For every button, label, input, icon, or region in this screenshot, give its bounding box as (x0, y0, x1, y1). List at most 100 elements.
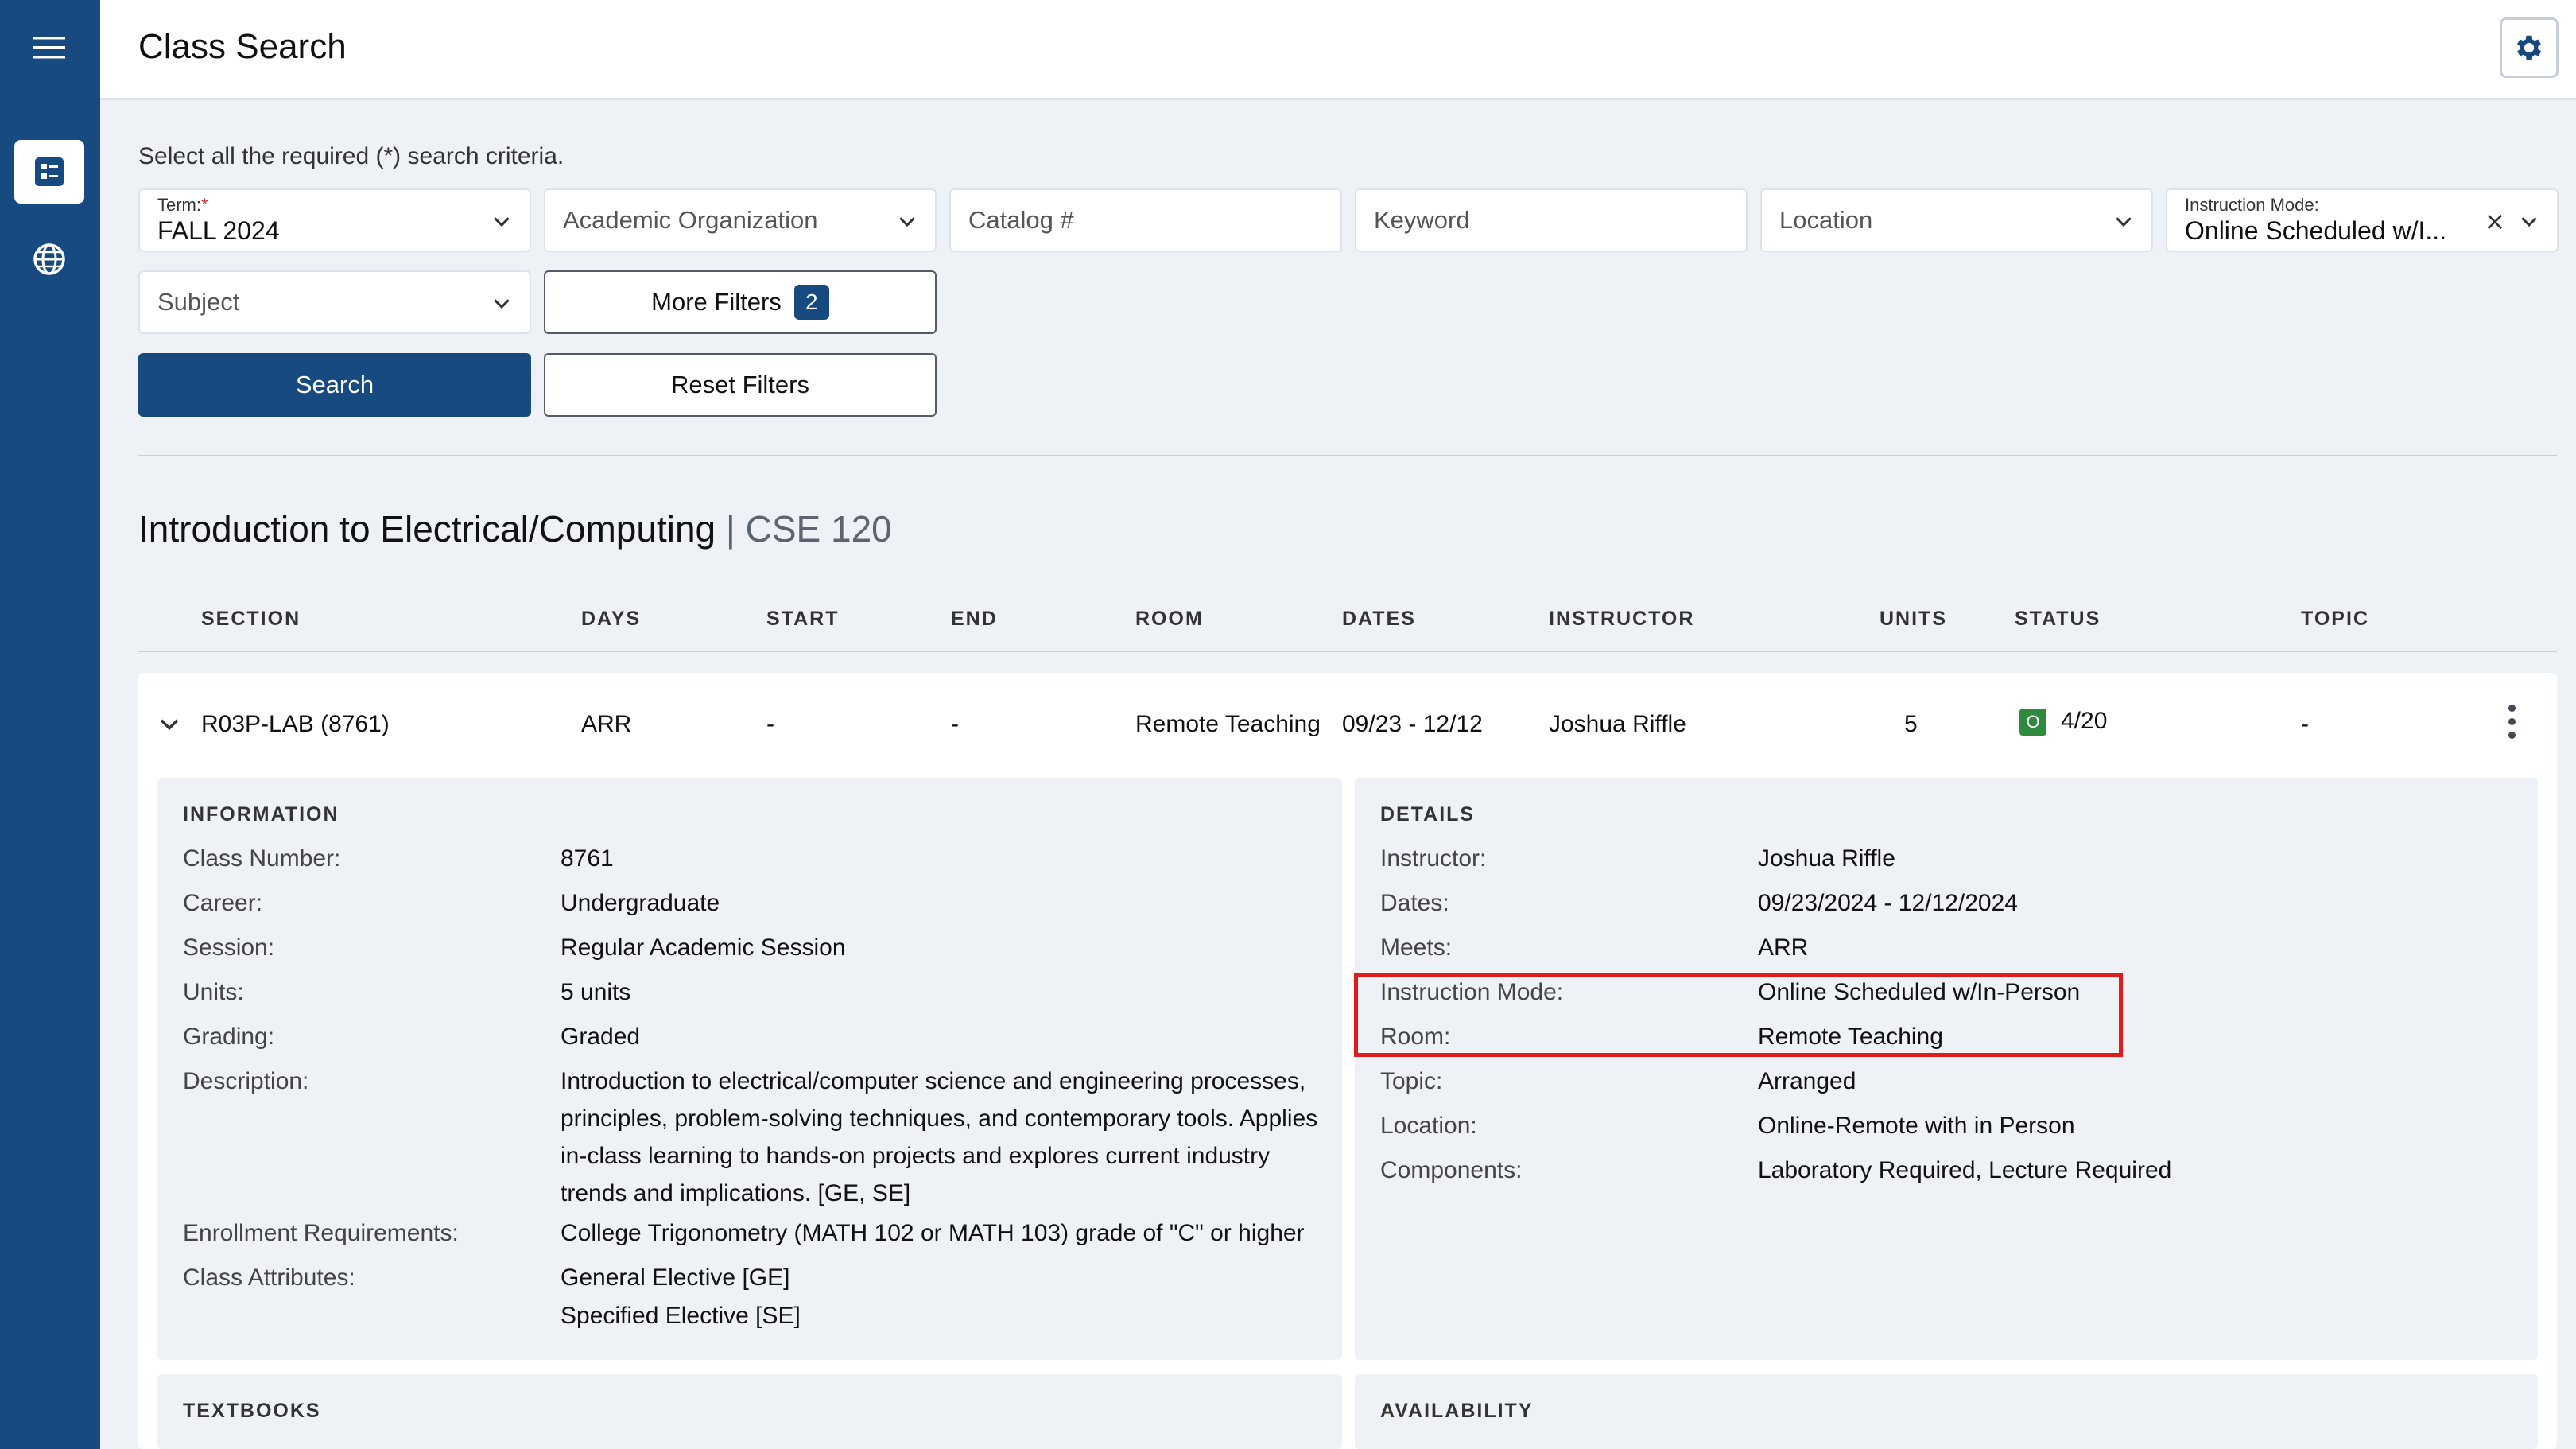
info-value: College Trigonometry (MATH 102 or MATH 1… (561, 1220, 1305, 1246)
column-header-section: SECTION (201, 608, 301, 630)
detail-value: Arranged (1758, 1068, 1856, 1094)
chevron-down-icon (2521, 217, 2537, 227)
academic-organization-select[interactable]: Academic Organization (544, 188, 937, 252)
info-key: Units: (183, 979, 244, 1005)
detail-value: Laboratory Required, Lecture Required (1758, 1157, 2172, 1183)
catalog-number-placeholder: Catalog # (968, 206, 1074, 234)
course-title: Introduction to Electrical/Computing | C… (138, 507, 892, 550)
status-count: 4/20 (2061, 708, 2108, 734)
detail-key: Components: (1380, 1157, 1523, 1183)
details-title: DETAILS (1380, 803, 1476, 826)
info-value: Undergraduate (561, 890, 720, 916)
keyword-placeholder: Keyword (1374, 206, 1470, 234)
detail-key: Topic: (1380, 1068, 1443, 1094)
detail-value: 09/23/2024 - 12/12/2024 (1758, 890, 2018, 916)
highlight-box (1354, 973, 2123, 1057)
term-value: FALL 2024 (157, 216, 280, 245)
info-key: Class Attributes: (183, 1264, 355, 1291)
column-header-status: STATUS (2015, 608, 2101, 630)
academic-organization-placeholder: Academic Organization (563, 206, 818, 234)
column-header-end: END (951, 608, 998, 630)
column-header-units: UNITS (1880, 608, 1947, 630)
info-key: Grading: (183, 1024, 275, 1050)
location-placeholder: Location (1779, 206, 1873, 234)
detail-key: Instructor: (1380, 845, 1487, 872)
detail-value: ARR (1758, 934, 1809, 961)
search-button[interactable]: Search (138, 353, 531, 417)
class-search-icon (35, 157, 64, 186)
course-name: Introduction to Electrical/Computing (138, 508, 716, 550)
row-instructor: Joshua Riffle (1549, 711, 1686, 737)
subject-select[interactable]: Subject (138, 270, 531, 334)
divider (138, 455, 2557, 456)
course-code: CSE 120 (745, 508, 892, 550)
info-key: Class Number: (183, 845, 341, 872)
globe-icon (33, 243, 65, 275)
column-header-room: ROOM (1135, 608, 1204, 630)
required-marker: * (201, 195, 208, 215)
column-header-start: START (766, 608, 840, 630)
row-units: 5 (1904, 711, 1918, 737)
page-title: Class Search (138, 27, 347, 66)
close-icon[interactable] (2484, 211, 2506, 233)
info-key: Session: (183, 934, 275, 961)
row-days: ARR (581, 711, 632, 737)
menu-button[interactable] (14, 16, 84, 80)
column-header-topic: TOPIC (2301, 608, 2369, 630)
row-end: - (951, 711, 959, 737)
chevron-down-icon (899, 217, 915, 227)
instruction-mode-label: Instruction Mode: (2185, 195, 2319, 215)
catalog-number-input[interactable]: Catalog # (949, 188, 1342, 252)
reset-filters-button[interactable]: Reset Filters (544, 353, 937, 417)
row-section[interactable]: R03P-LAB (8761) (201, 711, 390, 738)
subject-placeholder: Subject (157, 288, 240, 316)
detail-key: Dates: (1380, 890, 1449, 916)
sidebar-item-class-search[interactable] (14, 140, 84, 204)
sidebar (0, 0, 100, 1449)
status-open-badge: O (2019, 709, 2046, 736)
column-header-instructor: INSTRUCTOR (1549, 608, 1695, 630)
info-key: Enrollment Requirements: (183, 1220, 459, 1246)
sidebar-item-globe[interactable] (14, 227, 84, 291)
more-options-icon[interactable] (2508, 705, 2516, 745)
more-filters-label: More Filters (651, 288, 782, 316)
header-divider (138, 651, 2557, 652)
row-topic: - (2301, 711, 2309, 737)
info-key: Description: (183, 1068, 309, 1094)
chevron-down-icon (494, 217, 510, 227)
chevron-down-icon (494, 299, 510, 309)
chevron-down-icon (2116, 217, 2132, 227)
row-dates: 09/23 - 12/12 (1342, 711, 1483, 737)
info-value: Graded (561, 1024, 641, 1050)
row-status: O 4/20 (2019, 708, 2107, 736)
term-label: Term: (157, 195, 201, 215)
availability-title: AVAILABILITY (1380, 1400, 1534, 1422)
textbooks-panel (157, 1374, 1342, 1449)
top-bar: Class Search (100, 0, 2576, 100)
keyword-input[interactable]: Keyword (1355, 188, 1748, 252)
info-value: Regular Academic Session (561, 934, 846, 961)
settings-button[interactable] (2500, 17, 2559, 78)
chevron-down-icon[interactable] (156, 710, 183, 737)
detail-value: Joshua Riffle (1758, 845, 1895, 872)
instruction-mode-value: Online Scheduled w/I... (2185, 216, 2447, 245)
detail-value: Online-Remote with in Person (1758, 1113, 2075, 1139)
filter-count-badge: 2 (793, 285, 829, 320)
details-panel (1355, 778, 2538, 1360)
term-select[interactable]: Term:* FALL 2024 (138, 188, 531, 252)
information-title: INFORMATION (183, 803, 339, 826)
info-key: Career: (183, 890, 263, 916)
location-select[interactable]: Location (1760, 188, 2153, 252)
more-filters-button[interactable]: More Filters 2 (544, 270, 937, 334)
textbooks-title: TEXTBOOKS (183, 1400, 321, 1422)
row-start: - (766, 711, 774, 737)
detail-key: Location: (1380, 1113, 1477, 1139)
info-value: Specified Elective [SE] (561, 1303, 801, 1329)
column-header-days: DAYS (581, 608, 642, 630)
row-room: Remote Teaching (1135, 711, 1321, 737)
search-hint: Select all the required (*) search crite… (138, 143, 564, 169)
info-value: 5 units (561, 979, 631, 1005)
instruction-mode-select[interactable]: Instruction Mode: Online Scheduled w/I..… (2166, 188, 2559, 252)
info-value: General Elective [GE] (561, 1264, 790, 1291)
detail-key: Meets: (1380, 934, 1453, 961)
